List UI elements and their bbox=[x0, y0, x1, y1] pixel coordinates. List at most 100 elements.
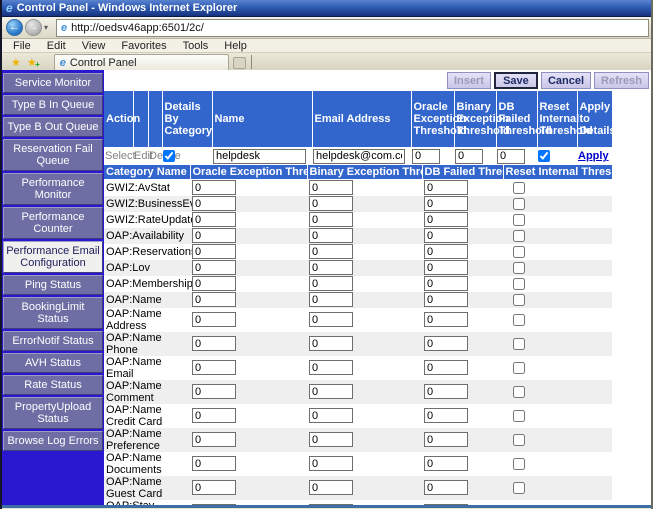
oracle-threshold-input[interactable] bbox=[192, 244, 236, 259]
reset-internal-checkbox[interactable] bbox=[513, 314, 525, 326]
sidebar-item[interactable]: Reservation Fail Queue bbox=[3, 139, 103, 171]
apply-link[interactable]: Apply bbox=[578, 150, 609, 162]
oracle-threshold-input[interactable] bbox=[192, 228, 236, 243]
select-link[interactable]: Select bbox=[105, 150, 136, 162]
sidebar-item[interactable]: ErrorNotif Status bbox=[3, 331, 103, 351]
sidebar-item[interactable]: PropertyUpload Status bbox=[3, 397, 103, 429]
oracle-threshold-input[interactable] bbox=[192, 260, 236, 275]
oracle-threshold-input[interactable] bbox=[192, 212, 236, 227]
binary-threshold-input[interactable] bbox=[309, 260, 353, 275]
oracle-threshold-input[interactable] bbox=[192, 480, 236, 495]
menu-item[interactable]: View bbox=[75, 40, 113, 52]
menu-item[interactable]: Help bbox=[217, 40, 254, 52]
reset-internal-checkbox[interactable] bbox=[513, 246, 525, 258]
menu-item[interactable]: Edit bbox=[40, 40, 73, 52]
add-favorite-icon[interactable]: ★+ bbox=[27, 56, 37, 69]
reset-internal-checkbox[interactable] bbox=[513, 294, 525, 306]
sidebar-item[interactable]: Service Monitor bbox=[3, 73, 103, 93]
reset-internal-checkbox[interactable] bbox=[513, 262, 525, 274]
binary-threshold-input[interactable] bbox=[309, 384, 353, 399]
toolbar-button[interactable]: Insert bbox=[447, 72, 491, 89]
oracle-threshold-input[interactable] bbox=[192, 456, 236, 471]
binary-threshold-input[interactable] bbox=[309, 180, 353, 195]
db-failed-threshold-input[interactable] bbox=[424, 432, 468, 447]
reset-internal-checkbox[interactable] bbox=[513, 434, 525, 446]
binary-threshold-input[interactable] bbox=[309, 276, 353, 291]
reset-internal-checkbox[interactable] bbox=[513, 386, 525, 398]
oracle-threshold-input[interactable] bbox=[192, 360, 236, 375]
reset-internal-checkbox[interactable] bbox=[513, 410, 525, 422]
oracle-threshold-input[interactable] bbox=[192, 196, 236, 211]
db-failed-threshold-input[interactable] bbox=[424, 384, 468, 399]
binary-threshold-input[interactable] bbox=[309, 212, 353, 227]
reset-internal-checkbox[interactable] bbox=[513, 214, 525, 226]
favorites-star-icon[interactable]: ★ bbox=[11, 56, 21, 69]
db-failed-threshold-input[interactable] bbox=[424, 312, 468, 327]
db-failed-threshold-input[interactable] bbox=[424, 212, 468, 227]
sidebar-item[interactable]: Rate Status bbox=[3, 375, 103, 395]
db-failed-threshold-input[interactable] bbox=[424, 456, 468, 471]
binary-threshold-input[interactable] bbox=[309, 196, 353, 211]
sidebar-item[interactable]: Browse Log Errors bbox=[3, 431, 103, 451]
db-failed-threshold-input[interactable] bbox=[424, 336, 468, 351]
forward-button[interactable]: → bbox=[25, 19, 42, 36]
oracle-threshold-field[interactable] bbox=[412, 149, 440, 164]
address-bar[interactable]: e http://oedsv46app:6501/2c/ bbox=[56, 19, 649, 37]
name-field[interactable] bbox=[213, 149, 306, 164]
reset-internal-checkbox[interactable] bbox=[513, 482, 525, 494]
reset-internal-checkbox[interactable] bbox=[513, 230, 525, 242]
sidebar-item[interactable]: AVH Status bbox=[3, 353, 103, 373]
sidebar-item[interactable]: Type B Out Queue bbox=[3, 117, 103, 137]
binary-threshold-input[interactable] bbox=[309, 480, 353, 495]
details-by-category-checkbox[interactable] bbox=[163, 150, 175, 162]
db-failed-threshold-input[interactable] bbox=[424, 228, 468, 243]
binary-threshold-field[interactable] bbox=[455, 149, 483, 164]
new-tab-button[interactable] bbox=[233, 57, 246, 69]
sidebar-item[interactable]: Performance Monitor bbox=[3, 173, 103, 205]
oracle-threshold-input[interactable] bbox=[192, 384, 236, 399]
binary-threshold-input[interactable] bbox=[309, 336, 353, 351]
db-failed-threshold-input[interactable] bbox=[424, 180, 468, 195]
oracle-threshold-input[interactable] bbox=[192, 336, 236, 351]
binary-threshold-input[interactable] bbox=[309, 292, 353, 307]
email-field[interactable] bbox=[313, 149, 405, 164]
toolbar-button[interactable]: Save bbox=[494, 72, 538, 89]
oracle-threshold-input[interactable] bbox=[192, 276, 236, 291]
oracle-threshold-input[interactable] bbox=[192, 432, 236, 447]
db-failed-threshold-field[interactable] bbox=[497, 149, 525, 164]
db-failed-threshold-input[interactable] bbox=[424, 292, 468, 307]
reset-internal-checkbox[interactable] bbox=[513, 362, 525, 374]
sidebar-item[interactable]: Type B In Queue bbox=[3, 95, 103, 115]
binary-threshold-input[interactable] bbox=[309, 456, 353, 471]
oracle-threshold-input[interactable] bbox=[192, 408, 236, 423]
db-failed-threshold-input[interactable] bbox=[424, 360, 468, 375]
reset-internal-checkbox[interactable] bbox=[513, 198, 525, 210]
history-dropdown-icon[interactable]: ▾ bbox=[44, 23, 54, 32]
binary-threshold-input[interactable] bbox=[309, 360, 353, 375]
oracle-threshold-input[interactable] bbox=[192, 180, 236, 195]
menu-item[interactable]: Favorites bbox=[114, 40, 173, 52]
sidebar-item[interactable]: Performance Email Configuration bbox=[3, 241, 103, 273]
menu-item[interactable]: File bbox=[6, 40, 38, 52]
sidebar-item[interactable]: Ping Status bbox=[3, 275, 103, 295]
db-failed-threshold-input[interactable] bbox=[424, 276, 468, 291]
reset-internal-checkbox[interactable] bbox=[513, 338, 525, 350]
binary-threshold-input[interactable] bbox=[309, 312, 353, 327]
back-button[interactable]: ← bbox=[6, 19, 23, 36]
binary-threshold-input[interactable] bbox=[309, 432, 353, 447]
db-failed-threshold-input[interactable] bbox=[424, 260, 468, 275]
oracle-threshold-input[interactable] bbox=[192, 312, 236, 327]
reset-internal-checkbox[interactable] bbox=[513, 458, 525, 470]
tab-control-panel[interactable]: e Control Panel bbox=[54, 54, 229, 70]
menu-item[interactable]: Tools bbox=[176, 40, 216, 52]
oracle-threshold-input[interactable] bbox=[192, 292, 236, 307]
sidebar-item[interactable]: BookingLimit Status bbox=[3, 297, 103, 329]
binary-threshold-input[interactable] bbox=[309, 408, 353, 423]
binary-threshold-input[interactable] bbox=[309, 228, 353, 243]
reset-internal-checkbox[interactable] bbox=[538, 150, 550, 162]
db-failed-threshold-input[interactable] bbox=[424, 244, 468, 259]
toolbar-button[interactable]: Cancel bbox=[541, 72, 591, 89]
toolbar-button[interactable]: Refresh bbox=[594, 72, 649, 89]
db-failed-threshold-input[interactable] bbox=[424, 196, 468, 211]
db-failed-threshold-input[interactable] bbox=[424, 408, 468, 423]
